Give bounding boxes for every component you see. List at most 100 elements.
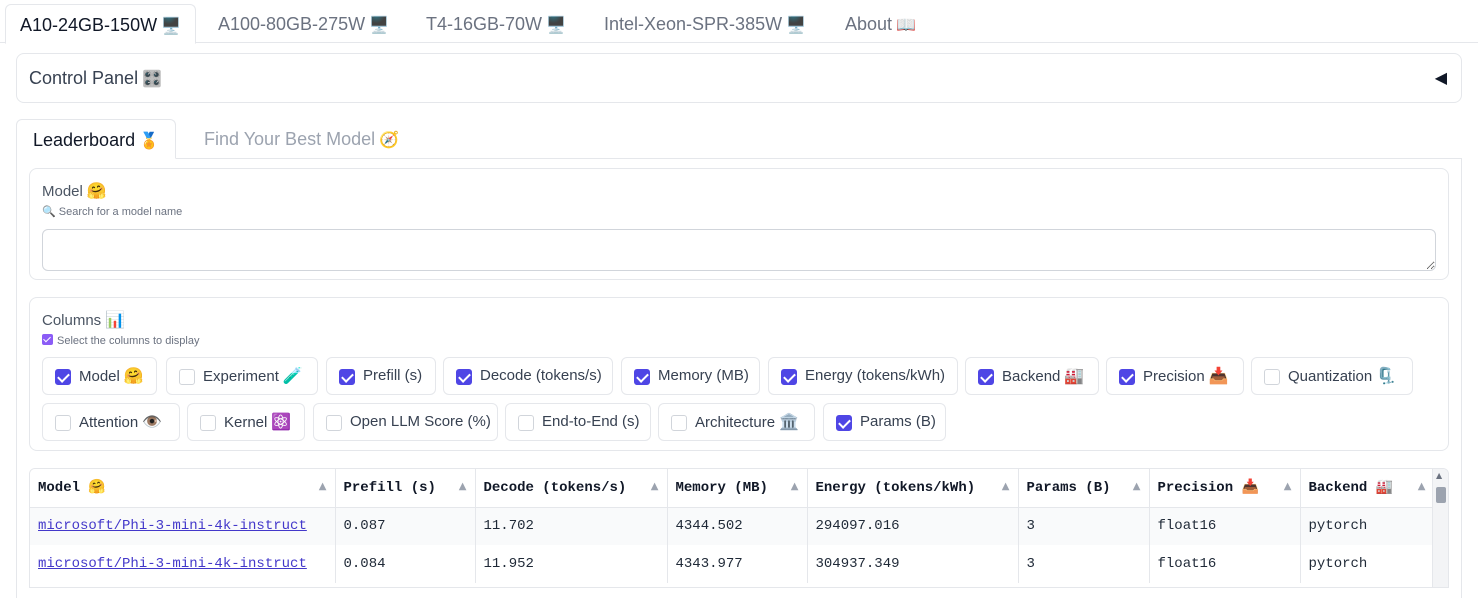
collapse-toggle-icon[interactable]: ◀ [1435, 68, 1447, 88]
model-link[interactable]: microsoft/Phi-3-mini-4k-instruct [38, 518, 307, 534]
checkbox-unchecked-icon[interactable] [671, 415, 687, 431]
columns-label: Columns 📊 [42, 310, 126, 329]
header-model[interactable]: Model 🤗 ▲ [30, 469, 336, 508]
checkbox-unchecked-icon[interactable] [326, 415, 342, 431]
model-search-block: Model 🤗 🔍 Search for a model name [29, 168, 1449, 280]
table-scrollbar[interactable]: ▲ [1432, 469, 1448, 587]
tab-leaderboard[interactable]: Leaderboard 🏅 [16, 119, 177, 159]
checkbox-checked-icon[interactable] [339, 369, 355, 385]
cell-decode: 11.952 [475, 545, 668, 583]
control-knobs-icon: 🎛️ [142, 69, 162, 88]
view-tabs: Leaderboard 🏅 Find Your Best Model 🧭 [16, 119, 1462, 159]
tab-label: T4-16GB-70W [426, 14, 543, 34]
header-decode[interactable]: Decode (tokens/s) ▲ [475, 469, 668, 508]
model-search-label: Model 🤗 [42, 181, 107, 200]
column-checkbox-prefill[interactable]: Prefill (s) [326, 357, 436, 395]
column-checkbox-model[interactable]: Model 🤗 [42, 357, 157, 395]
checkbox-checked-icon[interactable] [55, 369, 71, 385]
monitor-icon: 🖥️ [546, 15, 566, 34]
model-link[interactable]: microsoft/Phi-3-mini-4k-instruct [38, 556, 307, 572]
table-row: microsoft/Phi-3-mini-4k-instruct 0.087 1… [30, 507, 1435, 545]
cell-backend: pytorch [1300, 507, 1435, 545]
hugging-face-icon: 🤗 [86, 181, 107, 200]
column-checkbox-precision[interactable]: Precision 📥 [1106, 357, 1244, 395]
tab-intel-xeon[interactable]: Intel-Xeon-SPR-385W 🖥️ [590, 4, 820, 44]
sort-icon[interactable]: ▲ [651, 481, 659, 492]
checkbox-icon [42, 334, 53, 345]
header-params[interactable]: Params (B) ▲ [1018, 469, 1150, 508]
header-prefill[interactable]: Prefill (s) ▲ [335, 469, 476, 508]
column-checkbox-decode[interactable]: Decode (tokens/s) [443, 357, 613, 395]
test-tube-icon: 🧪 [282, 366, 303, 385]
eye-icon: 👁️ [142, 412, 163, 431]
column-checkbox-experiment[interactable]: Experiment 🧪 [166, 357, 318, 395]
tab-about[interactable]: About 📖 [831, 4, 930, 44]
column-checkbox-quantization[interactable]: Quantization 🗜️ [1251, 357, 1413, 395]
header-backend[interactable]: Backend 🏭 ▲ [1300, 469, 1435, 508]
tab-label: A10-24GB-150W [20, 15, 158, 35]
sort-icon[interactable]: ▲ [791, 481, 799, 492]
cell-params: 3 [1018, 507, 1150, 545]
monitor-icon: 🖥️ [161, 16, 181, 35]
header-precision[interactable]: Precision 📥 ▲ [1149, 469, 1301, 508]
header-memory[interactable]: Memory (MB) ▲ [667, 469, 808, 508]
cell-prefill: 0.084 [335, 545, 476, 583]
compass-icon: 🧭 [379, 130, 400, 149]
column-checkbox-memory[interactable]: Memory (MB) [621, 357, 760, 395]
checkbox-unchecked-icon[interactable] [55, 415, 71, 431]
header-energy[interactable]: Energy (tokens/kWh) ▲ [807, 469, 1019, 508]
cell-precision: float16 [1149, 545, 1301, 583]
cell-energy: 304937.349 [807, 545, 1019, 583]
scroll-up-icon[interactable]: ▲ [1436, 471, 1442, 480]
cell-prefill: 0.087 [335, 507, 476, 545]
cell-energy: 294097.016 [807, 507, 1019, 545]
sort-icon[interactable]: ▲ [1418, 481, 1426, 492]
cell-backend: pytorch [1300, 545, 1435, 583]
column-checkbox-end-to-end[interactable]: End-to-End (s) [505, 403, 651, 441]
checkbox-unchecked-icon[interactable] [1264, 369, 1280, 385]
control-panel-accordion[interactable]: Control Panel 🎛️ ◀ [16, 53, 1462, 103]
checkbox-checked-icon[interactable] [781, 369, 797, 385]
sort-icon[interactable]: ▲ [459, 481, 467, 492]
model-search-info: 🔍 Search for a model name [42, 206, 183, 218]
column-checkbox-architecture[interactable]: Architecture 🏛️ [658, 403, 815, 441]
column-checkbox-params[interactable]: Params (B) [823, 403, 946, 441]
sort-icon[interactable]: ▲ [1002, 481, 1010, 492]
tab-a100[interactable]: A100-80GB-275W 🖥️ [204, 4, 403, 44]
monitor-icon: 🖥️ [786, 15, 806, 34]
columns-info: Select the columns to display [42, 334, 199, 347]
sort-icon[interactable]: ▲ [1284, 481, 1292, 492]
checkbox-unchecked-icon[interactable] [179, 369, 195, 385]
table-header-row: Model 🤗 ▲ Prefill (s) ▲ Decode (tokens/s) ▲… [30, 469, 1435, 508]
checkbox-checked-icon[interactable] [1119, 369, 1135, 385]
tab-a10[interactable]: A10-24GB-150W 🖥️ [5, 4, 196, 44]
checkbox-checked-icon[interactable] [634, 369, 650, 385]
column-checkbox-attention[interactable]: Attention 👁️ [42, 403, 180, 441]
cell-model: microsoft/Phi-3-mini-4k-instruct [30, 507, 336, 545]
table-row: microsoft/Phi-3-mini-4k-instruct 0.084 1… [30, 545, 1435, 583]
model-search-input[interactable] [42, 229, 1436, 271]
control-panel-title: Control Panel 🎛️ [29, 68, 162, 88]
book-icon: 📖 [896, 15, 916, 34]
medal-icon: 🏅 [139, 131, 160, 150]
sort-icon[interactable]: ▲ [1133, 481, 1141, 492]
checkbox-checked-icon[interactable] [456, 369, 472, 385]
column-checkbox-kernel[interactable]: Kernel ⚛️ [187, 403, 305, 441]
tab-find-best-model[interactable]: Find Your Best Model 🧭 [188, 119, 415, 159]
classical-building-icon: 🏛️ [779, 412, 799, 431]
column-checkbox-backend[interactable]: Backend 🏭 [965, 357, 1099, 395]
atom-icon: ⚛️ [271, 412, 292, 431]
scrollbar-thumb[interactable] [1436, 487, 1446, 503]
tab-label: A100-80GB-275W [218, 14, 366, 34]
column-checkbox-energy[interactable]: Energy (tokens/kWh) [768, 357, 958, 395]
hardware-tabs: A10-24GB-150W 🖥️ A100-80GB-275W 🖥️ T4-16GB… [0, 0, 1478, 44]
checkbox-checked-icon[interactable] [978, 369, 994, 385]
tab-t4[interactable]: T4-16GB-70W 🖥️ [412, 4, 580, 44]
cell-memory: 4344.502 [667, 507, 808, 545]
column-checkbox-open-llm-score[interactable]: Open LLM Score (%) [313, 403, 498, 441]
checkbox-unchecked-icon[interactable] [518, 415, 534, 431]
sort-icon[interactable]: ▲ [319, 481, 327, 492]
checkbox-unchecked-icon[interactable] [200, 415, 216, 431]
checkbox-checked-icon[interactable] [836, 415, 852, 431]
cell-params: 3 [1018, 545, 1150, 583]
